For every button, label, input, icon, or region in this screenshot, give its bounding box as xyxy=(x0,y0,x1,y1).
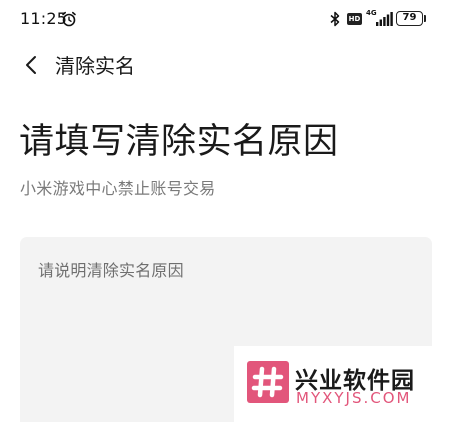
back-button[interactable] xyxy=(14,48,48,82)
watermark-logo-icon xyxy=(247,361,289,403)
page-title: 请填写清除实名原因 xyxy=(19,122,339,162)
hd-badge: HD xyxy=(347,13,362,25)
battery-indicator: 79 xyxy=(396,11,423,26)
bluetooth-icon xyxy=(330,11,340,27)
signal-strength-icon xyxy=(376,12,393,26)
alarm-clock-icon xyxy=(62,11,76,27)
header-title: 清除实名 xyxy=(55,54,135,78)
page-subtitle: 小米游戏中心禁止账号交易 xyxy=(20,179,216,198)
status-bar: 11:25 HD 4G 79 xyxy=(0,0,450,40)
reason-placeholder: 请说明清除实名原因 xyxy=(38,261,184,280)
watermark: 兴业软件园 MYXYJS.COM xyxy=(234,346,450,422)
watermark-domain: MYXYJS.COM xyxy=(296,389,412,407)
battery-tip xyxy=(424,15,426,22)
chevron-left-icon xyxy=(26,56,36,74)
